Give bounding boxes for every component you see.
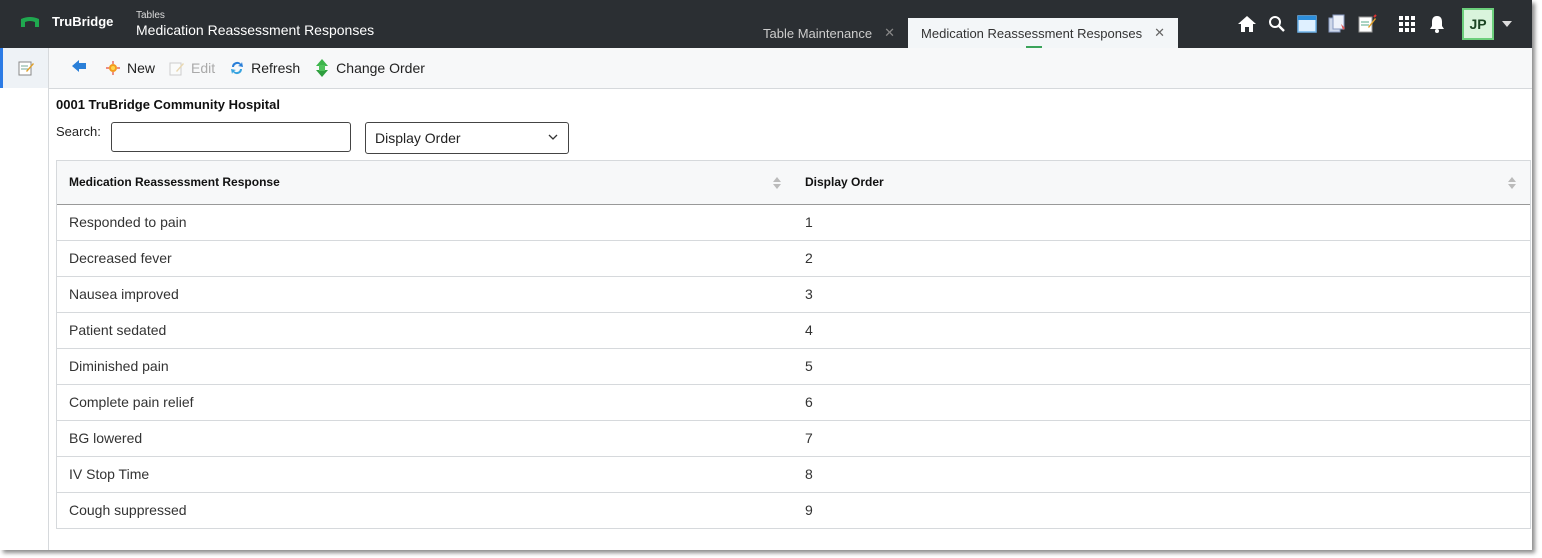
chevron-down-icon xyxy=(548,134,558,140)
tab-label: Table Maintenance xyxy=(763,25,873,41)
close-icon[interactable]: ✕ xyxy=(1154,25,1165,41)
rail-item-tables[interactable] xyxy=(0,48,48,88)
brand-name: TruBridge xyxy=(52,14,114,29)
page-title-block: Tables Medication Reassessment Responses xyxy=(136,10,374,38)
table-row[interactable]: Diminished pain 5 xyxy=(57,349,1530,385)
display-order-cell: 2 xyxy=(805,250,813,266)
refresh-icon xyxy=(229,60,245,76)
response-cell: Cough suppressed xyxy=(69,502,187,518)
tab-label: Medication Reassessment Responses xyxy=(921,25,1143,41)
column-header-response[interactable]: Medication Reassessment Response xyxy=(69,175,280,189)
left-rail xyxy=(0,48,49,550)
table-row[interactable]: Cough suppressed 9 xyxy=(57,493,1530,529)
table-body: Responded to pain 1 Decreased fever 2 Nausea… xyxy=(57,205,1530,529)
refresh-button[interactable]: Refresh xyxy=(229,60,300,76)
brand-logo[interactable]: TruBridge xyxy=(20,14,113,29)
table-header: Medication Reassessment Response Display… xyxy=(57,161,1530,205)
column-header-display-order[interactable]: Display Order xyxy=(805,175,884,189)
display-order-cell: 5 xyxy=(805,358,813,374)
close-icon[interactable]: ✕ xyxy=(884,25,895,41)
window-icon[interactable] xyxy=(1296,13,1318,35)
responses-table: Medication Reassessment Response Display… xyxy=(56,160,1531,529)
change-order-button-label: Change Order xyxy=(336,60,425,76)
new-sparkle-icon xyxy=(105,60,121,76)
response-cell: BG lowered xyxy=(69,430,143,446)
response-cell: Complete pain relief xyxy=(69,394,194,410)
new-button[interactable]: New xyxy=(105,60,155,76)
display-order-cell: 8 xyxy=(805,466,813,482)
response-cell: IV Stop Time xyxy=(69,466,150,482)
trubridge-logo-icon xyxy=(21,16,39,27)
edit-button-label: Edit xyxy=(191,60,216,76)
edit-icon xyxy=(169,60,185,76)
apps-grid-icon[interactable] xyxy=(1396,13,1418,35)
display-order-cell: 7 xyxy=(805,430,813,446)
chevron-down-icon[interactable] xyxy=(1502,21,1512,27)
top-bar: TruBridge Tables Medication Reassessment… xyxy=(0,0,1532,48)
tab-medication-reassessment-responses[interactable]: Medication Reassessment Responses ✕ xyxy=(908,18,1179,48)
search-label: Search: xyxy=(56,124,101,139)
home-icon[interactable] xyxy=(1236,13,1258,35)
response-cell: Nausea improved xyxy=(69,286,179,302)
display-order-cell: 9 xyxy=(805,502,813,518)
sort-icon[interactable] xyxy=(772,176,782,190)
edit-note-icon xyxy=(18,61,34,76)
back-arrow-icon[interactable] xyxy=(71,59,87,78)
bell-icon[interactable] xyxy=(1426,13,1448,35)
sort-order-selected: Display Order xyxy=(375,130,461,146)
response-cell: Responded to pain xyxy=(69,214,187,230)
documents-icon[interactable] xyxy=(1326,13,1348,35)
response-cell: Patient sedated xyxy=(69,322,167,338)
notes-icon[interactable] xyxy=(1356,13,1378,35)
facility-name: 0001 TruBridge Community Hospital xyxy=(56,97,280,112)
table-row[interactable]: BG lowered 7 xyxy=(57,421,1530,457)
section-label: Tables xyxy=(136,10,165,21)
display-order-cell: 3 xyxy=(805,286,813,302)
table-row[interactable]: Complete pain relief 6 xyxy=(57,385,1530,421)
change-order-button[interactable]: Change Order xyxy=(314,59,425,77)
display-order-cell: 1 xyxy=(805,214,813,230)
edit-button[interactable]: Edit xyxy=(169,60,215,76)
page-title: Medication Reassessment Responses xyxy=(136,22,375,38)
new-button-label: New xyxy=(127,60,156,76)
search-row: Search: Display Order xyxy=(56,122,1530,160)
table-row[interactable]: Responded to pain 1 xyxy=(57,205,1530,241)
response-cell: Diminished pain xyxy=(69,358,169,374)
table-row[interactable]: Patient sedated 4 xyxy=(57,313,1530,349)
display-order-cell: 6 xyxy=(805,394,813,410)
avatar[interactable]: JP xyxy=(1462,8,1494,40)
sort-icon[interactable] xyxy=(1507,176,1517,190)
tab-table-maintenance[interactable]: Table Maintenance ✕ xyxy=(750,18,908,48)
search-input[interactable] xyxy=(111,122,351,152)
sort-order-select[interactable]: Display Order xyxy=(365,122,569,154)
table-row[interactable]: Nausea improved 3 xyxy=(57,277,1530,313)
display-order-cell: 4 xyxy=(805,322,813,338)
table-row[interactable]: IV Stop Time 8 xyxy=(57,457,1530,493)
top-icon-bar: JP xyxy=(1232,8,1512,40)
response-cell: Decreased fever xyxy=(69,250,172,266)
refresh-button-label: Refresh xyxy=(251,60,301,76)
reorder-arrows-icon xyxy=(314,59,330,77)
main-content: 0001 TruBridge Community Hospital Search… xyxy=(56,96,1531,529)
action-toolbar: New Edit Refresh Change Order xyxy=(49,48,1532,89)
table-row[interactable]: Decreased fever 2 xyxy=(57,241,1530,277)
app-window: TruBridge Tables Medication Reassessment… xyxy=(0,0,1532,550)
search-icon[interactable] xyxy=(1266,13,1288,35)
tab-strip: Table Maintenance ✕ Medication Reassessm… xyxy=(750,18,1179,48)
